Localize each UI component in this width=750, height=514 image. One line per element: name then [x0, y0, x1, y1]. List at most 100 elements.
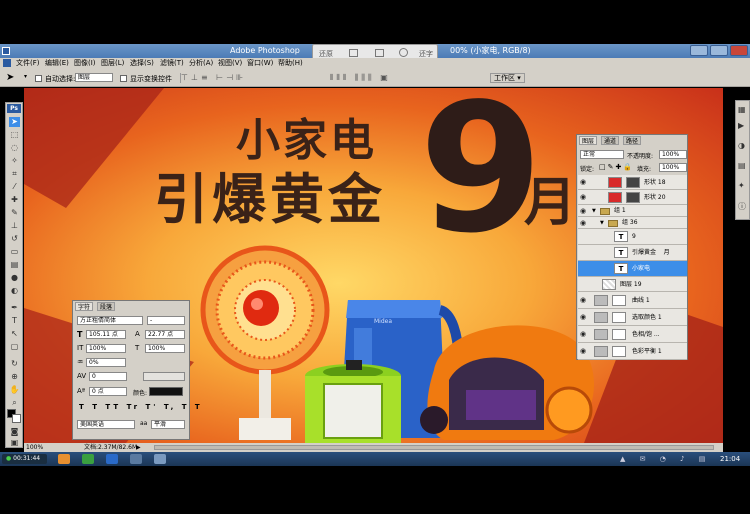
lasso-tool-icon[interactable]: ◌ — [9, 143, 20, 153]
menu-edit[interactable]: 编辑(E) — [45, 58, 69, 69]
adjustments-panel-icon[interactable]: ◑ — [738, 141, 745, 150]
taskbar-app-5-icon[interactable] — [154, 454, 166, 464]
tsume-field[interactable]: 0% — [86, 358, 126, 367]
info-panel-icon[interactable]: ⓘ — [738, 201, 746, 212]
taskbar-app-1-icon[interactable] — [58, 454, 70, 464]
history-panel-icon[interactable]: ▦ — [738, 105, 746, 114]
path-select-icon[interactable]: ↖ — [9, 329, 20, 339]
auto-select-dropdown[interactable]: 图层 — [75, 73, 113, 82]
menu-help[interactable]: 帮助(H) — [278, 58, 303, 69]
clone-stamp-icon[interactable]: ⊥ — [9, 221, 20, 231]
record-icon[interactable] — [399, 48, 408, 57]
visibility-eye-icon[interactable]: ◉ — [580, 348, 588, 355]
taskbar-app-2-icon[interactable] — [82, 454, 94, 464]
visibility-eye-icon[interactable]: ◉ — [580, 297, 588, 304]
maximize-button[interactable] — [710, 45, 728, 56]
shape-tool-icon[interactable]: ▢ — [9, 342, 20, 352]
vertical-scale-field[interactable]: 100% — [86, 344, 126, 353]
eraser-icon[interactable]: ▭ — [9, 247, 20, 257]
styles-panel-icon[interactable]: ✦ — [738, 181, 745, 190]
menu-layer[interactable]: 图层(L) — [101, 58, 124, 69]
hand-tool-icon[interactable]: ✋ — [9, 385, 20, 395]
tracking-field[interactable] — [143, 372, 185, 381]
layer-row-text-headline2[interactable]: T 引爆黄金 月 — [578, 245, 687, 261]
layer-row-curves1[interactable]: ◉ 曲线 1 — [578, 292, 687, 309]
kerning-field[interactable]: 0 — [89, 372, 127, 381]
workspace-button[interactable]: 工作区 ▾ — [490, 73, 525, 83]
gradient-tool-icon[interactable]: ▤ — [9, 260, 20, 270]
layer-row-selective-color1[interactable]: ◉ 选取颜色 1 — [578, 309, 687, 326]
tab-character[interactable]: 字符 — [75, 302, 94, 311]
lock-icons[interactable]: □✎✚🔒 — [599, 163, 634, 171]
menu-view[interactable]: 视图(V) — [218, 58, 242, 69]
magic-wand-icon[interactable]: ✧ — [9, 156, 20, 166]
leading-field[interactable]: 22.77 点 — [145, 330, 185, 339]
zoom-tool-icon[interactable]: ⌕ — [9, 398, 20, 408]
font-size-field[interactable]: 105.11 点 — [86, 330, 126, 339]
menu-window[interactable]: 窗口(W) — [247, 58, 273, 69]
status-menu-arrow-icon[interactable]: ▶ — [136, 443, 141, 452]
horizontal-scrollbar[interactable] — [154, 445, 714, 450]
brush-tool-icon[interactable]: ✎ — [9, 208, 20, 218]
baseline-shift-field[interactable]: 0 点 — [89, 387, 127, 396]
taskbar-photoshop-icon[interactable] — [106, 454, 118, 464]
opacity-field[interactable]: 100% — [659, 150, 687, 159]
close-button[interactable] — [730, 45, 748, 56]
auto-select-checkbox[interactable] — [35, 74, 42, 82]
blend-mode-dropdown[interactable]: 正常 — [580, 150, 624, 159]
layer-row-shape18[interactable]: ◉ 形状 18 — [578, 175, 687, 190]
swatches-panel-icon[interactable]: ▤ — [738, 161, 746, 170]
type-tool-icon[interactable]: T — [9, 316, 20, 326]
dodge-tool-icon[interactable]: ◐ — [9, 286, 20, 296]
layer-row-color-balance1[interactable]: ◉ 色彩平衡 1 — [578, 343, 687, 360]
visibility-eye-icon[interactable]: ◉ — [580, 314, 588, 321]
tab-channels[interactable]: 通道 — [601, 136, 620, 145]
eyedropper-icon[interactable]: ⁄ — [9, 182, 20, 192]
expand-arrow-icon[interactable]: ▼ — [600, 217, 604, 229]
taskbar-app-4-icon[interactable] — [130, 454, 142, 464]
text-color-swatch[interactable] — [149, 387, 183, 396]
move-tool-icon[interactable]: ➤ — [9, 117, 20, 127]
layer-row-text-headline1[interactable]: T 小家电 — [578, 261, 687, 277]
align-buttons[interactable]: ⊤⊥≡ ⊢⊣⊪ — [180, 73, 300, 83]
menu-analysis[interactable]: 分析(A) — [189, 58, 213, 69]
background-color-swatch[interactable] — [12, 414, 21, 423]
font-style-dropdown[interactable]: - — [147, 316, 185, 325]
layer-row-group1[interactable]: ◉ ▼ 组 1 — [578, 205, 687, 217]
layer-row-group36[interactable]: ◉ ▼ 组 36 — [578, 217, 687, 229]
blur-tool-icon[interactable]: ● — [9, 273, 20, 283]
faux-style-buttons[interactable]: T T TT Tr T' T, T T — [79, 403, 203, 411]
tab-paths[interactable]: 路径 — [623, 136, 642, 145]
actions-panel-icon[interactable]: ▶ — [738, 121, 744, 130]
visibility-eye-icon[interactable]: ◉ — [580, 208, 588, 215]
screen-mode-icon[interactable]: ▣ — [9, 438, 20, 448]
antialias-dropdown[interactable]: 平滑 — [151, 420, 185, 429]
window-icon[interactable] — [375, 49, 384, 57]
font-family-dropdown[interactable]: 方正粗倩简体 — [77, 316, 143, 325]
marquee-tool-icon[interactable]: ⬚ — [9, 130, 20, 140]
layer-row-shape20[interactable]: ◉ 形状 20 — [578, 190, 687, 205]
menu-image[interactable]: 图像(I) — [74, 58, 96, 69]
tab-layers[interactable]: 图层 — [579, 136, 598, 145]
show-transform-checkbox[interactable] — [120, 74, 127, 82]
visibility-eye-icon[interactable]: ◉ — [580, 194, 588, 201]
minimize-button[interactable] — [690, 45, 708, 56]
visibility-eye-icon[interactable]: ◉ — [580, 331, 588, 338]
menu-select[interactable]: 选择(S) — [130, 58, 154, 69]
system-tray-icons[interactable]: ▲ ✉ ◔ ♪ ▤ — [620, 452, 711, 466]
tab-paragraph[interactable]: 段落 — [97, 302, 116, 311]
language-dropdown[interactable]: 美国英语 — [77, 420, 135, 429]
layer-row-layer19[interactable]: 图层 19 — [578, 277, 687, 292]
3d-rotate-icon[interactable]: ↻ — [9, 359, 20, 369]
crop-tool-icon[interactable]: ⌗ — [9, 169, 20, 179]
pen-tool-icon[interactable]: ✒ — [9, 303, 20, 313]
3d-orbit-icon[interactable]: ⊕ — [9, 372, 20, 382]
horizontal-scale-field[interactable]: 100% — [145, 344, 185, 353]
menu-filter[interactable]: 滤镜(T) — [160, 58, 184, 69]
move-tool-icon[interactable]: ➤ — [6, 72, 14, 83]
history-brush-icon[interactable]: ↺ — [9, 234, 20, 244]
expand-arrow-icon[interactable]: ▼ — [592, 205, 596, 217]
healing-brush-icon[interactable]: ✚ — [9, 195, 20, 205]
layer-row-text-9[interactable]: T 9 — [578, 229, 687, 245]
quick-mask-icon[interactable]: ◙ — [9, 427, 20, 437]
